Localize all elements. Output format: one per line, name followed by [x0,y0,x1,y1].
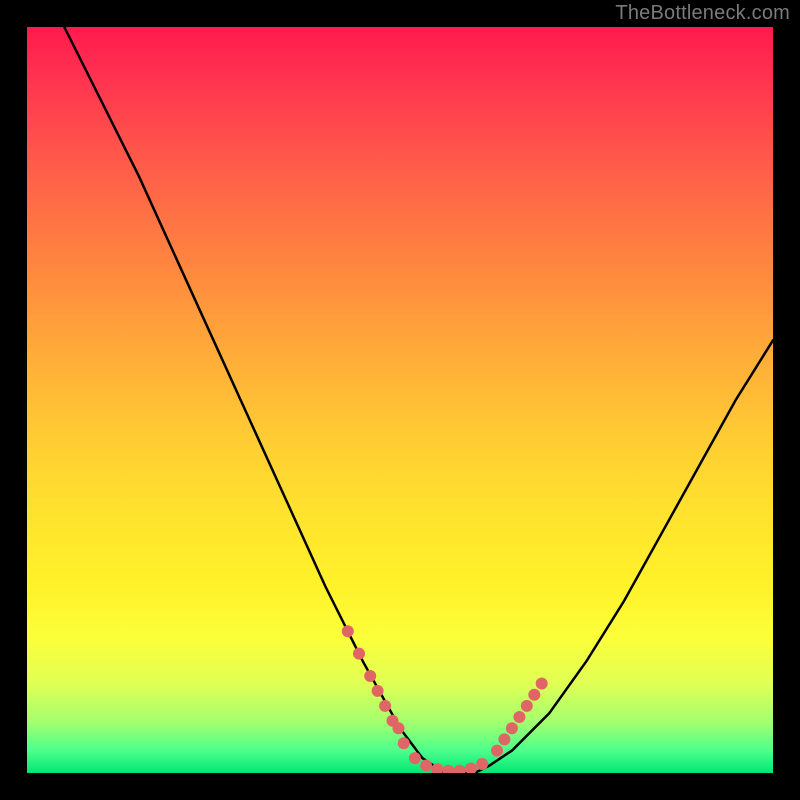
marker-dot [506,722,518,734]
marker-dot [409,752,421,764]
curve-markers [342,625,548,773]
marker-dot [364,670,376,682]
marker-dot [465,763,477,774]
marker-dot [498,733,510,745]
marker-dot [476,758,488,770]
marker-dot [393,722,405,734]
plot-area [27,27,773,773]
marker-dot [454,765,466,773]
curve-svg [27,27,773,773]
marker-dot [372,685,384,697]
marker-dot [443,765,455,773]
marker-dot [536,678,548,690]
marker-dot [528,689,540,701]
marker-dot [491,745,503,757]
marker-dot [342,625,354,637]
marker-dot [353,648,365,660]
marker-dot [420,760,432,772]
bottleneck-curve [27,27,773,773]
marker-dot [398,737,410,749]
watermark-text: TheBottleneck.com [615,2,790,25]
curve-path [27,27,773,773]
chart-frame: TheBottleneck.com [0,0,800,800]
marker-dot [521,700,533,712]
marker-dot [379,700,391,712]
marker-dot [513,711,525,723]
